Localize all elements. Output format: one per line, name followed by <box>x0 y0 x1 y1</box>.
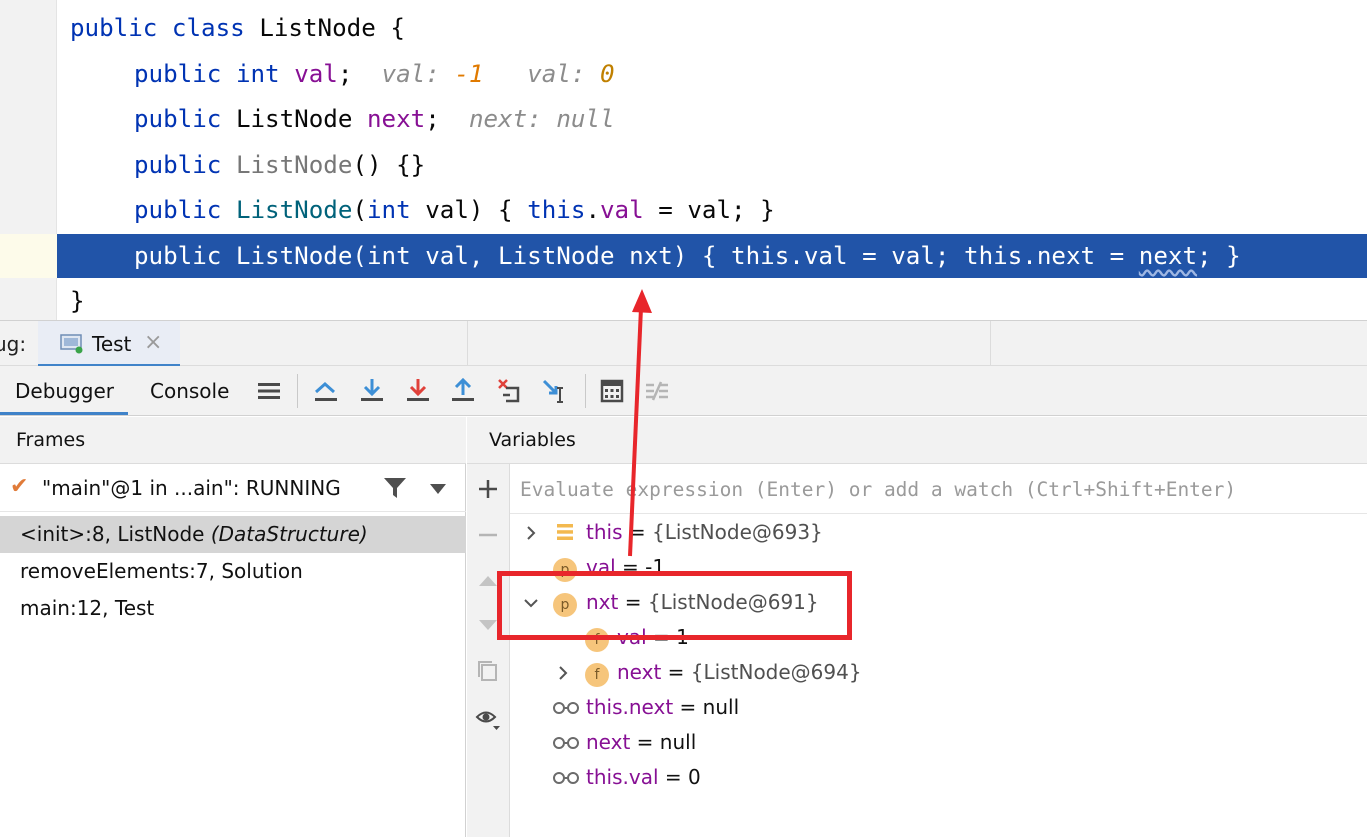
inline-hint-val-2: val: 0 <box>527 60 615 88</box>
step-over-icon[interactable] <box>357 376 387 406</box>
debug-label: ug: <box>0 332 27 356</box>
frames-header: Frames <box>0 417 466 464</box>
close-icon[interactable]: × <box>144 330 162 355</box>
tab-debugger[interactable]: Debugger <box>15 379 114 403</box>
frames-title: Frames <box>16 429 86 451</box>
trace-stream-icon[interactable] <box>642 376 672 406</box>
code-line-2: public int val; val: -1 val: 0 <box>134 60 615 88</box>
variables-side-toolbar <box>467 464 510 837</box>
current-execution-line[interactable]: public ListNode(int val, ListNode nxt) {… <box>57 234 1367 278</box>
run-tab-label: Test <box>92 332 132 356</box>
variables-header: Variables <box>467 417 1367 464</box>
tab-console[interactable]: Console <box>150 379 229 403</box>
debugger-toolbar: Debugger Console <box>0 366 1367 416</box>
add-watch-icon[interactable] <box>475 476 501 502</box>
inline-hint-val: val: -1 <box>381 60 484 88</box>
layout-menu-icon[interactable] <box>254 376 284 406</box>
chevron-right-icon[interactable] <box>555 665 571 681</box>
step-out-icon[interactable] <box>448 376 478 406</box>
watch-glasses-icon <box>553 772 579 784</box>
execution-point-gutter <box>0 234 57 278</box>
thread-selector[interactable]: ✔ "main"@1 in ...ain": RUNNING <box>0 464 466 512</box>
toolbar-separator <box>585 374 586 408</box>
run-tab-test[interactable]: Test × <box>38 321 180 367</box>
toolbar-separator <box>297 374 298 408</box>
variables-title: Variables <box>489 429 576 451</box>
run-config-icon <box>60 334 83 354</box>
frames-panel: Frames ✔ "main"@1 in ...ain": RUNNING <i… <box>0 417 466 837</box>
evaluate-expression-input[interactable] <box>520 472 1350 506</box>
inline-hint-next: next: null <box>468 105 615 133</box>
field-badge-icon: f <box>585 663 609 687</box>
thread-label: "main"@1 in ...ain": RUNNING <box>42 476 341 500</box>
code-line-1: public class ListNode { <box>70 14 405 42</box>
duplicate-watch-icon[interactable] <box>475 658 501 684</box>
header-divider <box>467 321 468 367</box>
code-editor[interactable]: public class ListNode { public int val; … <box>0 0 1367 320</box>
watch-glasses-icon <box>553 737 579 749</box>
debug-tool-window-header: ug: Test × <box>0 320 1367 367</box>
watch-glasses-icon <box>553 702 579 714</box>
evaluate-bar <box>510 464 1367 514</box>
code-line-4: public ListNode() {} <box>134 151 426 179</box>
chevron-down-icon[interactable] <box>430 484 446 494</box>
object-stack-icon <box>557 524 573 540</box>
code-line-7: } <box>70 287 85 315</box>
remove-watch-icon[interactable] <box>475 522 501 548</box>
drop-frame-icon[interactable] <box>494 376 524 406</box>
frame-item[interactable]: <init>:8, ListNode (DataStructure) <box>0 516 466 553</box>
filter-icon[interactable] <box>383 477 407 499</box>
frame-item[interactable]: removeElements:7, Solution <box>0 553 466 590</box>
code-line-6: public ListNode(int val, ListNode nxt) {… <box>134 242 1241 270</box>
header-divider <box>990 321 991 367</box>
show-execution-point-icon[interactable] <box>311 376 341 406</box>
check-icon: ✔ <box>10 474 29 499</box>
active-tab-indicator <box>0 412 128 415</box>
chevron-right-icon[interactable] <box>523 525 539 541</box>
code-line-3: public ListNode next; next: null <box>134 105 615 133</box>
eye-icon[interactable] <box>475 706 501 732</box>
frame-item[interactable]: main:12, Test <box>0 590 466 627</box>
annotation-highlight-box <box>497 571 852 640</box>
evaluate-expression-icon[interactable] <box>597 376 627 406</box>
code-line-5: public ListNode(int val) { this.val = va… <box>134 196 775 224</box>
run-to-cursor-icon[interactable] <box>540 376 570 406</box>
step-into-icon[interactable] <box>403 376 433 406</box>
